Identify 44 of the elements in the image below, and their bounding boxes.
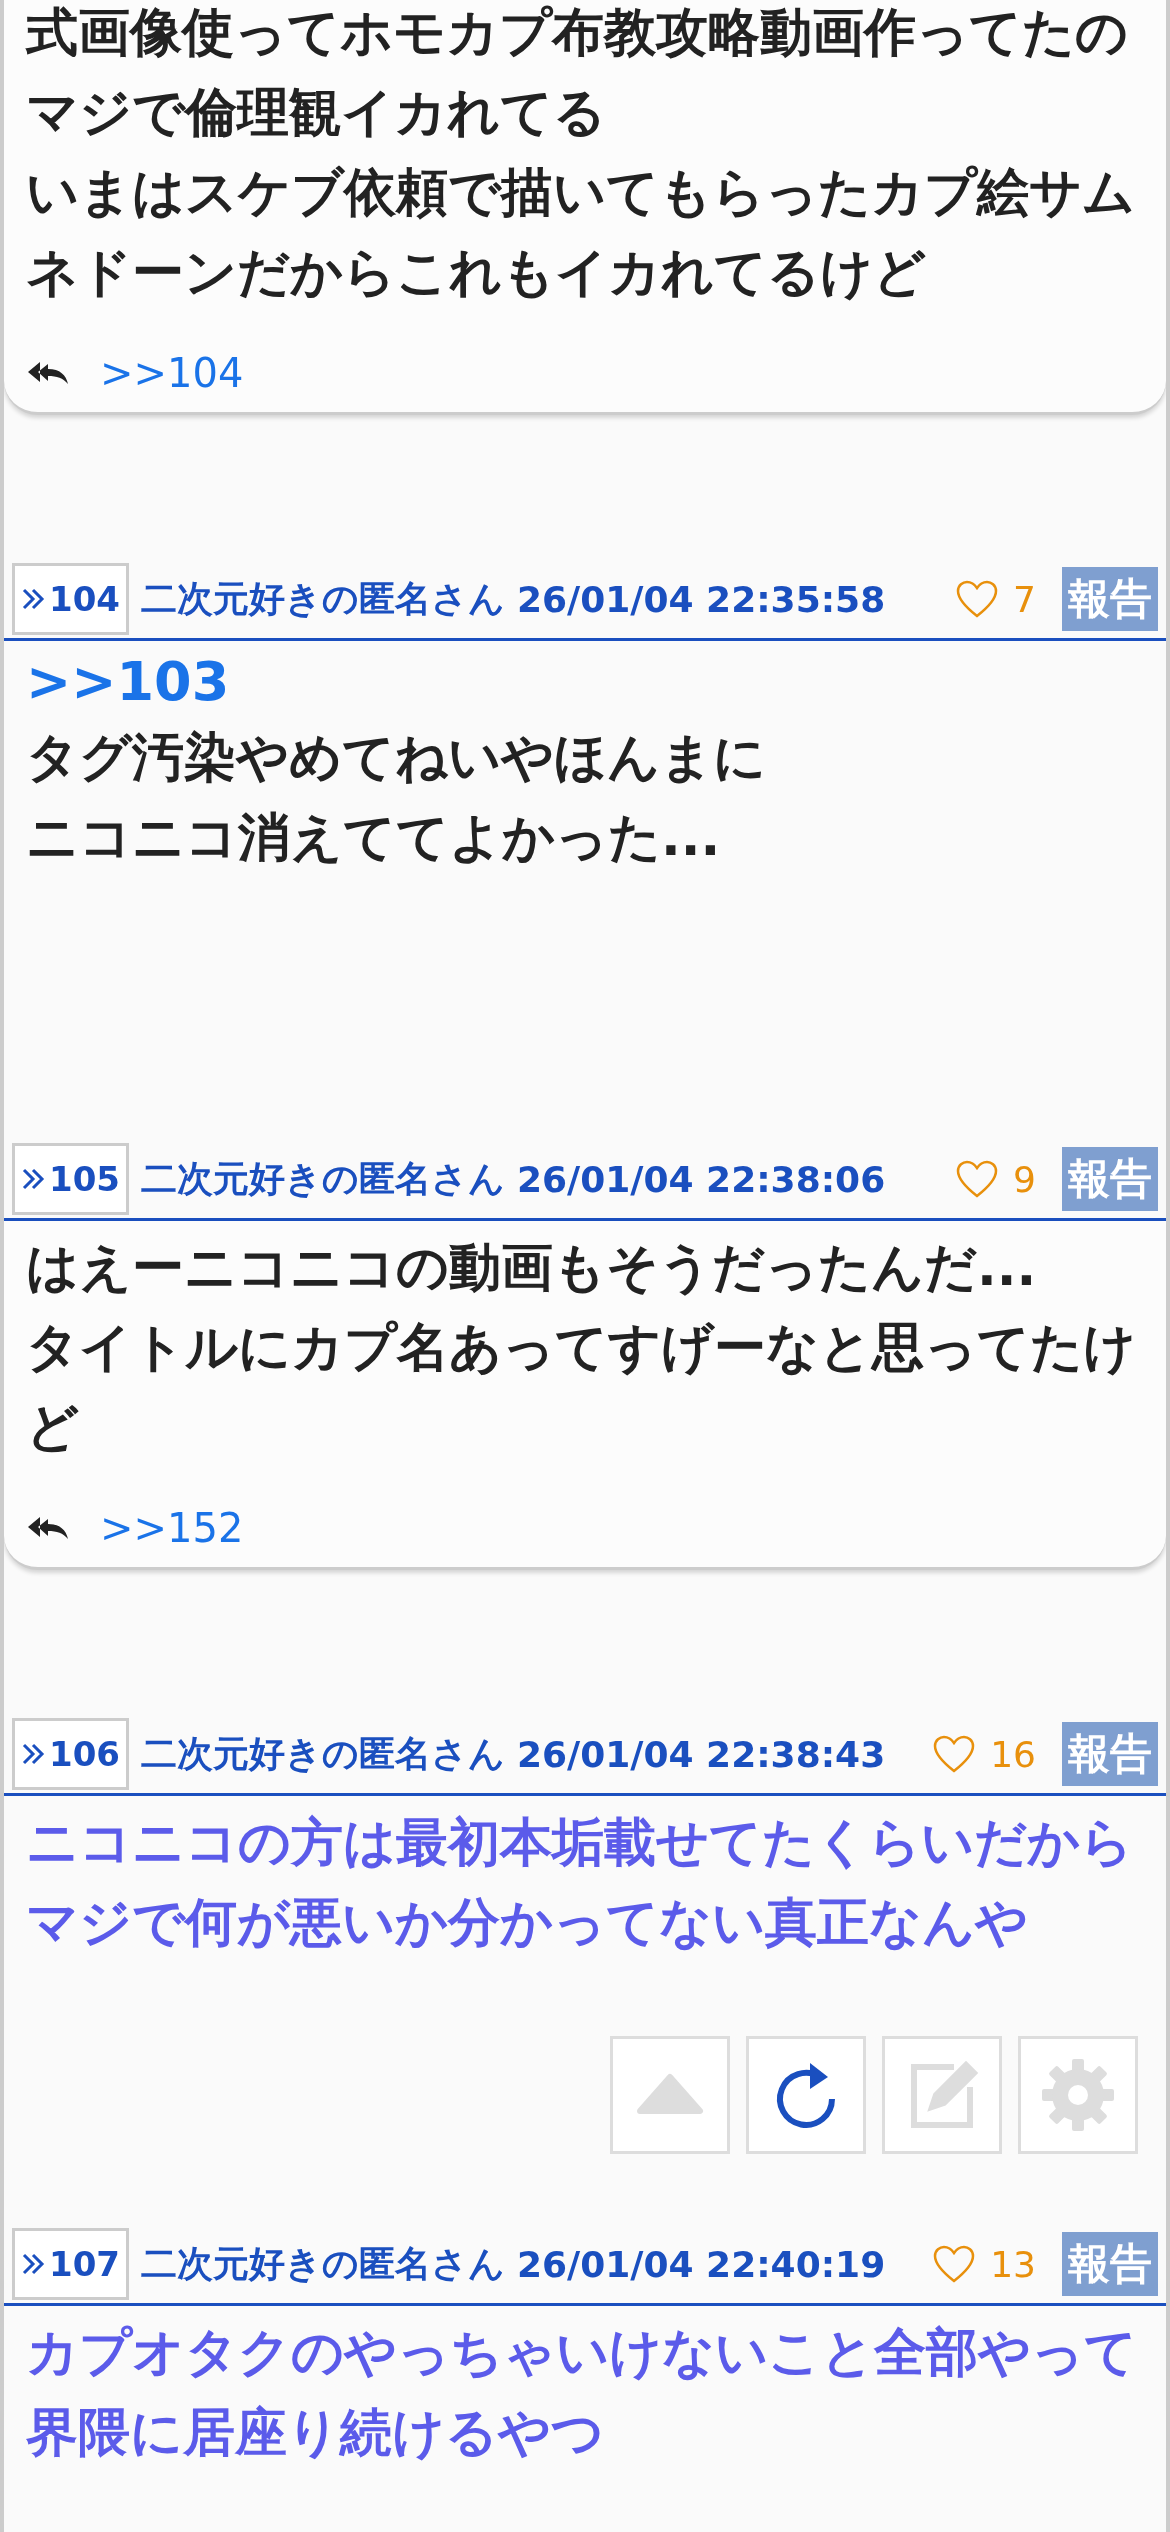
heart-icon[interactable]	[932, 2244, 977, 2284]
post-text: いまはスケブ依頼で描いてもらったカプ絵サムネドーンだからこれもイカれてるけど	[26, 161, 1136, 304]
heart-icon[interactable]	[955, 1159, 1000, 1199]
heart-icon[interactable]	[955, 579, 1000, 619]
post-number-button[interactable]: 104	[12, 563, 129, 635]
post-text: タグ汚染やめてねいやほんまに	[26, 726, 767, 789]
post-text: タイトルにカプ名あってすげーなと思ってたけど	[26, 1316, 1137, 1459]
anchor-link[interactable]: >>103	[26, 647, 230, 717]
report-button[interactable]: 報告	[1062, 567, 1158, 631]
poster-name: 二次元好きの匿名さん	[141, 1156, 505, 1201]
reply-link[interactable]: >>104	[100, 350, 244, 396]
like-count: 16	[990, 1733, 1036, 1775]
top-button[interactable]	[610, 2036, 730, 2154]
like-count: 9	[1013, 1158, 1036, 1200]
poster-name: 二次元好きの匿名さん	[141, 1731, 505, 1776]
write-button[interactable]	[882, 2036, 1002, 2154]
poster-name: 二次元好きの匿名さん	[141, 576, 505, 621]
report-button[interactable]: 報告	[1062, 1147, 1158, 1211]
reload-button[interactable]	[746, 2036, 866, 2154]
post-date: 26/01/04 22:40:19	[517, 2243, 886, 2285]
post-text: 式画像使ってホモカプ布教攻略動画作ってたの	[26, 1, 1129, 64]
reply-link[interactable]: >>152	[100, 1505, 244, 1551]
post-date: 26/01/04 22:38:43	[517, 1733, 886, 1775]
post-text: マジで倫理観イカれてる	[26, 81, 607, 144]
like-count: 7	[1013, 578, 1036, 620]
double-chevron-icon	[21, 2251, 47, 2277]
heart-icon[interactable]	[932, 1734, 977, 1774]
post-date: 26/01/04 22:38:06	[517, 1158, 886, 1200]
post-number-button[interactable]: 106	[12, 1718, 129, 1790]
double-chevron-icon	[21, 1166, 47, 1192]
post-text: ニコニコの方は最初本垢載せてたくらいだからマジで何が悪いか分かってない真正なんや	[26, 1811, 1134, 1954]
poster-name: 二次元好きの匿名さん	[141, 2241, 505, 2286]
settings-button[interactable]	[1018, 2036, 1138, 2154]
report-button[interactable]: 報告	[1062, 1722, 1158, 1786]
post-number-button[interactable]: 105	[12, 1143, 129, 1215]
report-button[interactable]: 報告	[1062, 2232, 1158, 2296]
post-text: カプオタクのやっちゃいけないこと全部やって界隈に居座り続けるやつ	[26, 2321, 1138, 2464]
double-chevron-icon	[21, 586, 47, 612]
like-count: 13	[990, 2243, 1036, 2285]
double-chevron-icon	[21, 1741, 47, 1767]
post-text: はえーニコニコの動画もそうだったんだ...	[26, 1236, 1038, 1299]
post-text: ニコニコ消えててよかった...	[26, 806, 722, 869]
post-number-button[interactable]: 107	[12, 2228, 129, 2300]
post-date: 26/01/04 22:35:58	[517, 578, 886, 620]
